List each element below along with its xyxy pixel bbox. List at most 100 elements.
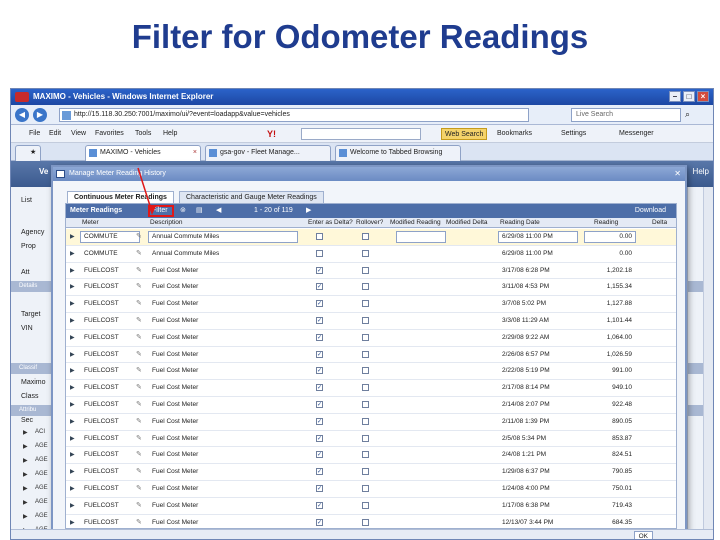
col-description[interactable]: Description: [150, 218, 183, 228]
row-expand-icon[interactable]: ▶: [70, 519, 75, 526]
help-link[interactable]: Help: [693, 167, 709, 176]
edit-pencil-icon[interactable]: ✎: [136, 467, 142, 475]
menu-tools[interactable]: Tools: [135, 125, 151, 143]
modified-reading-input[interactable]: [396, 231, 446, 243]
row-expand-icon[interactable]: ▶: [70, 317, 75, 324]
row-expand-icon[interactable]: ▶: [70, 401, 75, 408]
rollover-checkbox[interactable]: [362, 300, 369, 308]
table-row[interactable]: ▶ FUELCOST ✎ Fuel Cost Meter ✓ 1/24/08 4:00 P…: [66, 481, 676, 498]
rollover-checkbox[interactable]: [362, 518, 369, 526]
expand-arrow-icon[interactable]: ▶: [23, 513, 28, 520]
table-row[interactable]: ▶ FUELCOST ✎ Fuel Cost Meter ✓ 3/3/08 11:29 A…: [66, 313, 676, 330]
edit-pencil-icon[interactable]: ✎: [136, 232, 142, 240]
row-expand-icon[interactable]: ▶: [70, 267, 75, 274]
delta-checkbox[interactable]: ✓: [316, 417, 323, 425]
rollover-checkbox[interactable]: [362, 501, 369, 509]
delta-checkbox[interactable]: ✓: [316, 485, 323, 492]
row-expand-icon[interactable]: ▶: [70, 468, 75, 475]
list-tab[interactable]: List: [21, 197, 32, 204]
expand-arrow-icon[interactable]: ▶: [23, 471, 28, 478]
row-expand-icon[interactable]: ▶: [70, 367, 75, 374]
rollover-checkbox[interactable]: [362, 485, 369, 492]
yahoo-logo[interactable]: Y!: [267, 129, 276, 139]
rollover-checkbox[interactable]: [362, 333, 369, 341]
row-expand-icon[interactable]: ▶: [70, 233, 75, 240]
edit-pencil-icon[interactable]: ✎: [136, 450, 142, 458]
live-search-input[interactable]: Live Search: [571, 108, 681, 122]
delta-checkbox[interactable]: ✓: [316, 367, 323, 375]
rollover-checkbox[interactable]: [362, 401, 369, 408]
previous-page-icon[interactable]: ◀: [216, 204, 221, 218]
col-reading-date[interactable]: Reading Date: [500, 218, 540, 228]
edit-pencil-icon[interactable]: ✎: [136, 266, 142, 274]
col-delta[interactable]: Delta: [652, 218, 667, 228]
edit-pencil-icon[interactable]: ✎: [136, 350, 142, 358]
col-modified-reading[interactable]: Modified Reading: [390, 218, 441, 228]
delta-checkbox[interactable]: ✓: [316, 518, 323, 526]
row-expand-icon[interactable]: ▶: [70, 351, 75, 358]
delta-checkbox[interactable]: ✓: [316, 266, 323, 274]
table-row[interactable]: ▶ FUELCOST ✎ Fuel Cost Meter ✓ 2/14/08 2:07 P…: [66, 397, 676, 414]
table-row[interactable]: ▶ COMMUTE ✎ Annual Commute Miles 6/29/08 11:…: [66, 229, 676, 246]
table-row[interactable]: ▶ FUELCOST ✎ Fuel Cost Meter ✓ 1/17/08 6:38 P…: [66, 498, 676, 515]
favorites-star-icon[interactable]: ★: [15, 145, 41, 161]
menu-file[interactable]: File: [29, 125, 40, 143]
edit-pencil-icon[interactable]: ✎: [136, 434, 142, 442]
settings-button[interactable]: Settings: [561, 125, 586, 143]
row-expand-icon[interactable]: ▶: [70, 250, 75, 257]
menu-edit[interactable]: Edit: [49, 125, 61, 143]
download-table-icon[interactable]: ▤: [196, 204, 203, 218]
table-row[interactable]: ▶ COMMUTE ✎ Annual Commute Miles 6/29/08 11:…: [66, 246, 676, 263]
rollover-checkbox[interactable]: [362, 266, 369, 274]
rollover-checkbox[interactable]: [362, 283, 369, 291]
delta-checkbox[interactable]: ✓: [316, 283, 323, 291]
binoculars-icon[interactable]: ⊚: [180, 204, 186, 218]
row-expand-icon[interactable]: ▶: [70, 485, 75, 492]
table-row[interactable]: ▶ FUELCOST ✎ Fuel Cost Meter ✓ 2/17/08 8:14 P…: [66, 380, 676, 397]
col-modified-delta[interactable]: Modified Delta: [446, 218, 488, 228]
table-row[interactable]: ▶ FUELCOST ✎ Fuel Cost Meter ✓ 3/17/08 6:28 P…: [66, 263, 676, 280]
row-expand-icon[interactable]: ▶: [70, 418, 75, 425]
edit-pencil-icon[interactable]: ✎: [136, 383, 142, 391]
tab-characteristic-readings[interactable]: Characteristic and Gauge Meter Readings: [179, 191, 324, 203]
tab-continuous-readings[interactable]: Continuous Meter Readings: [67, 191, 174, 203]
edit-pencil-icon[interactable]: ✎: [136, 299, 142, 307]
rollover-checkbox[interactable]: [362, 434, 369, 442]
edit-pencil-icon[interactable]: ✎: [136, 249, 142, 257]
tab-close-icon[interactable]: ×: [193, 146, 197, 160]
dialog-close-icon[interactable]: ✕: [674, 167, 681, 181]
col-enter-as-delta[interactable]: Enter as Delta?: [308, 218, 353, 228]
yahoo-search-input[interactable]: [301, 128, 421, 140]
delta-checkbox[interactable]: ✓: [316, 350, 323, 358]
edit-pencil-icon[interactable]: ✎: [136, 400, 142, 408]
delta-checkbox[interactable]: ✓: [316, 468, 323, 476]
row-expand-icon[interactable]: ▶: [70, 435, 75, 442]
menu-favorites[interactable]: Favorites: [95, 125, 124, 143]
delta-checkbox[interactable]: ✓: [316, 451, 323, 459]
rollover-checkbox[interactable]: [362, 451, 369, 459]
tab-welcome[interactable]: Welcome to Tabbed Browsing: [335, 145, 461, 161]
rollover-checkbox[interactable]: [362, 249, 369, 257]
delta-checkbox[interactable]: [316, 249, 323, 257]
table-row[interactable]: ▶ FUELCOST ✎ Fuel Cost Meter ✓ 2/11/08 1:39 P…: [66, 414, 676, 431]
row-expand-icon[interactable]: ▶: [70, 334, 75, 341]
table-row[interactable]: ▶ FUELCOST ✎ Fuel Cost Meter ✓ 2/26/08 6:57 P…: [66, 347, 676, 364]
search-icon[interactable]: ⌕: [685, 109, 690, 120]
delta-checkbox[interactable]: [316, 233, 323, 240]
rollover-checkbox[interactable]: [362, 417, 369, 425]
menu-help[interactable]: Help: [163, 125, 177, 143]
delta-checkbox[interactable]: ✓: [316, 333, 323, 341]
delta-checkbox[interactable]: ✓: [316, 434, 323, 442]
table-row[interactable]: ▶ FUELCOST ✎ Fuel Cost Meter ✓ 3/7/08 5:02 PM…: [66, 296, 676, 313]
expand-arrow-icon[interactable]: ▶: [23, 457, 28, 464]
web-search-button[interactable]: Web Search: [441, 128, 488, 140]
table-row[interactable]: ▶ FUELCOST ✎ Fuel Cost Meter ✓ 2/29/08 9:22 A…: [66, 330, 676, 347]
expand-arrow-icon[interactable]: ▶: [23, 485, 28, 492]
tab-gsa-fleet[interactable]: gsa-gov - Fleet Manage...: [205, 145, 331, 161]
table-row[interactable]: ▶ FUELCOST ✎ Fuel Cost Meter ✓ 2/4/08 1:21 PM…: [66, 447, 676, 465]
rollover-checkbox[interactable]: [362, 384, 369, 392]
delta-checkbox[interactable]: ✓: [316, 501, 323, 509]
forward-icon[interactable]: ▶: [33, 108, 47, 122]
menu-view[interactable]: View: [71, 125, 86, 143]
maximize-icon[interactable]: □: [683, 91, 695, 102]
